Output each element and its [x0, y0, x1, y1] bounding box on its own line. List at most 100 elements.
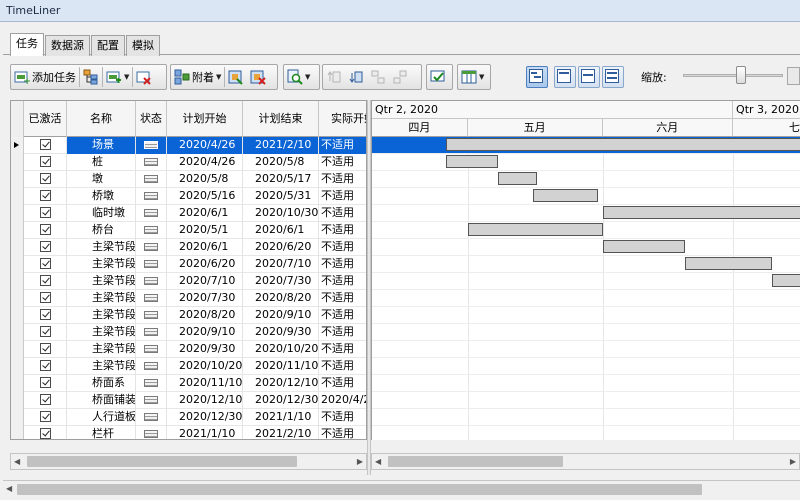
- table-row[interactable]: 主梁节段3 2020/7/302020/8/20不适用: [11, 290, 366, 307]
- gantt-row[interactable]: [372, 137, 800, 154]
- planned-end-cell[interactable]: 2020/11/10: [243, 358, 319, 375]
- active-cell[interactable]: [24, 256, 67, 273]
- planned-end-cell[interactable]: 2020/7/10: [243, 256, 319, 273]
- move-down-button[interactable]: [345, 65, 367, 89]
- gantt-row[interactable]: [372, 409, 800, 426]
- planned-end-cell[interactable]: 2020/6/20: [243, 239, 319, 256]
- auto-add-tasks-button[interactable]: [80, 65, 102, 89]
- gantt-task-bar[interactable]: [445, 155, 499, 168]
- active-checkbox[interactable]: [39, 156, 51, 167]
- active-checkbox[interactable]: [39, 241, 51, 252]
- table-row[interactable]: 人行道板 2020/12/30 2021/1/10 不适用: [11, 409, 366, 426]
- grid-scroll-thumb[interactable]: [27, 456, 297, 467]
- active-cell[interactable]: [24, 409, 67, 426]
- active-cell[interactable]: [24, 290, 67, 307]
- active-checkbox[interactable]: [39, 224, 51, 235]
- planned-end-cell[interactable]: 2020/6/1: [243, 222, 319, 239]
- planned-start-cell[interactable]: 2020/4/26: [167, 154, 243, 171]
- active-cell[interactable]: [24, 137, 67, 154]
- attach-dropdown[interactable]: 附着 ▼: [171, 65, 224, 89]
- tab-tasks[interactable]: 任务: [10, 33, 44, 56]
- name-cell[interactable]: 场景: [67, 137, 136, 154]
- actual-start-cell[interactable]: 不适用: [319, 341, 366, 358]
- planned-end-cell[interactable]: 2020/10/30: [243, 205, 319, 222]
- planned-end-cell[interactable]: 2020/5/8: [243, 154, 319, 171]
- table-row[interactable]: 墩 2020/5/8 2020/5/17 不适用: [11, 171, 366, 188]
- view-planned-button[interactable]: [554, 66, 576, 88]
- table-row[interactable]: 临时墩 2020/6/1 2020/10/30 不适用: [11, 205, 366, 222]
- name-cell[interactable]: 主梁节段4: [67, 307, 136, 324]
- active-cell[interactable]: [24, 205, 67, 222]
- row-indicator[interactable]: [11, 154, 24, 171]
- actual-start-cell[interactable]: 不适用: [319, 273, 366, 290]
- name-cell[interactable]: 栏杆: [67, 426, 136, 439]
- gantt-task-bar[interactable]: [445, 138, 800, 151]
- row-indicator[interactable]: [11, 171, 24, 188]
- gantt-task-bar[interactable]: [467, 223, 603, 236]
- tab-data-sources[interactable]: 数据源: [45, 35, 90, 56]
- actual-start-cell[interactable]: 不适用: [319, 426, 366, 439]
- active-checkbox[interactable]: [39, 343, 51, 354]
- scroll-right-icon[interactable]: ▶: [357, 457, 363, 466]
- active-cell[interactable]: [24, 171, 67, 188]
- planned-end-cell[interactable]: 2020/12/10: [243, 375, 319, 392]
- planned-end-cell[interactable]: 2020/10/20: [243, 341, 319, 358]
- actual-start-cell[interactable]: 不适用: [319, 188, 366, 205]
- planned-end-cell[interactable]: 2021/1/10: [243, 409, 319, 426]
- name-cell[interactable]: 主梁节段7: [67, 358, 136, 375]
- gantt-row[interactable]: [372, 358, 800, 375]
- name-cell[interactable]: 临时墩: [67, 205, 136, 222]
- row-indicator[interactable]: [11, 392, 24, 409]
- gantt-task-bar[interactable]: [602, 206, 800, 219]
- actual-start-cell[interactable]: 不适用: [319, 375, 366, 392]
- gantt-row[interactable]: [372, 239, 800, 256]
- column-header-active[interactable]: 已激活: [24, 101, 67, 137]
- planned-start-cell[interactable]: 2020/5/16: [167, 188, 243, 205]
- active-checkbox[interactable]: [39, 139, 51, 150]
- panel-scroll-thumb[interactable]: [17, 484, 702, 495]
- table-row[interactable]: 场景 2020/4/26 2021/2/10 不适用: [11, 137, 366, 154]
- planned-start-cell[interactable]: 2020/5/1: [167, 222, 243, 239]
- planned-end-cell[interactable]: 2021/2/10: [243, 137, 319, 154]
- planned-start-cell[interactable]: 2020/5/8: [167, 171, 243, 188]
- planned-end-cell[interactable]: 2021/2/10: [243, 426, 319, 439]
- planned-start-cell[interactable]: 2020/10/20: [167, 358, 243, 375]
- name-cell[interactable]: 桩: [67, 154, 136, 171]
- planned-start-cell[interactable]: 2020/6/1: [167, 205, 243, 222]
- planned-end-cell[interactable]: 2020/9/30: [243, 324, 319, 341]
- gantt-row[interactable]: [372, 307, 800, 324]
- active-checkbox[interactable]: [39, 173, 51, 184]
- actual-start-cell[interactable]: 不适用: [319, 154, 366, 171]
- row-indicator[interactable]: [11, 341, 24, 358]
- gantt-row[interactable]: [372, 256, 800, 273]
- active-cell[interactable]: [24, 375, 67, 392]
- table-row[interactable]: 主梁节段4 2020/8/202020/9/10不适用: [11, 307, 366, 324]
- table-row[interactable]: 桥墩 2020/5/16 2020/5/31 不适用: [11, 188, 366, 205]
- planned-start-cell[interactable]: 2020/6/1: [167, 239, 243, 256]
- planned-start-cell[interactable]: 2020/11/10: [167, 375, 243, 392]
- table-row[interactable]: 桥面系 2020/11/10 2020/12/10 不适用: [11, 375, 366, 392]
- gantt-row[interactable]: [372, 341, 800, 358]
- gantt-row[interactable]: [372, 273, 800, 290]
- actual-start-cell[interactable]: 不适用: [319, 222, 366, 239]
- gantt-row[interactable]: [372, 392, 800, 409]
- gantt-row[interactable]: [372, 188, 800, 205]
- view-gantt-button[interactable]: [526, 66, 548, 88]
- row-indicator[interactable]: [11, 324, 24, 341]
- active-cell[interactable]: [24, 324, 67, 341]
- active-cell[interactable]: [24, 188, 67, 205]
- active-cell[interactable]: [24, 307, 67, 324]
- gantt-row[interactable]: [372, 154, 800, 171]
- planned-start-cell[interactable]: 2020/6/20: [167, 256, 243, 273]
- active-checkbox[interactable]: [39, 258, 51, 269]
- active-checkbox[interactable]: [39, 360, 51, 371]
- table-row[interactable]: 主梁节段5 2020/9/102020/9/30不适用: [11, 324, 366, 341]
- active-checkbox[interactable]: [39, 275, 51, 286]
- row-indicator[interactable]: [11, 239, 24, 256]
- table-row[interactable]: 主梁节段6 2020/9/302020/10/20不适用: [11, 341, 366, 358]
- planned-end-cell[interactable]: 2020/7/30: [243, 273, 319, 290]
- actual-start-cell[interactable]: 不适用: [319, 324, 366, 341]
- planned-start-cell[interactable]: 2020/7/10: [167, 273, 243, 290]
- zoom-slider-thumb[interactable]: [736, 66, 746, 84]
- actual-start-cell[interactable]: 2020/4/26: [319, 392, 366, 409]
